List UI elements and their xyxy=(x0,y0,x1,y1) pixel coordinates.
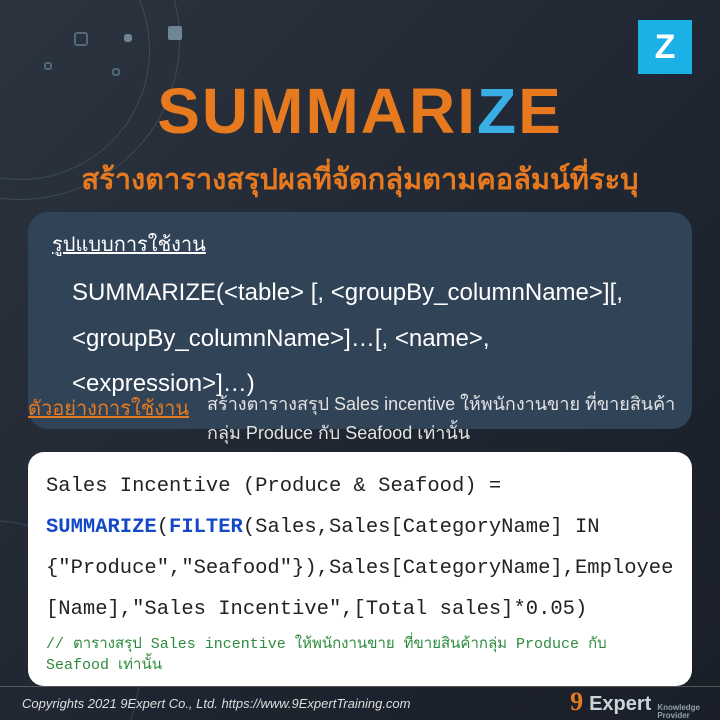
comment-text: ให้พนักงานขาย ที่ขายสินค้ากลุ่ม xyxy=(286,636,516,653)
code-keyword: FILTER xyxy=(169,516,243,539)
logo-nine: 9 xyxy=(570,687,583,717)
code-text: Sales Incentive (Produce & Seafood) = xyxy=(46,475,501,498)
code-line-1: Sales Incentive (Produce & Seafood) = xyxy=(46,466,674,507)
logo-tag-2: Provider xyxy=(657,712,700,720)
comment-keyword: Seafood xyxy=(46,657,109,674)
code-line-2: SUMMARIZE(FILTER(Sales,Sales[CategoryNam… xyxy=(46,507,674,548)
example-label: ตัวอย่างการใช้งาน xyxy=(28,390,189,424)
syntax-label: รูปแบบการใช้งาน xyxy=(52,228,206,260)
copyright-text: Copyrights 2021 9Expert Co., Ltd. https:… xyxy=(22,696,411,711)
syntax-line-1: SUMMARIZE(<table> [, <groupBy_columnName… xyxy=(72,270,668,316)
page-subtitle: สร้างตารางสรุปผลที่จัดกลุ่มตามคอลัมน์ที่… xyxy=(0,156,720,202)
comment-prefix: // xyxy=(46,636,73,653)
title-part-2: Z xyxy=(477,75,518,147)
comment-text: เท่านั้น xyxy=(109,657,162,674)
comment-keyword: Produce xyxy=(516,636,579,653)
code-text: ( xyxy=(157,516,169,539)
comment-text: กับ xyxy=(579,636,607,653)
title-part-3: E xyxy=(518,75,563,147)
brand-logo: 9 Expert Knowledge Provider xyxy=(570,687,700,720)
series-badge: Z xyxy=(638,20,692,74)
code-comment: // ตารางสรุป Sales incentive ให้พนักงานข… xyxy=(46,630,674,676)
example-row: ตัวอย่างการใช้งาน สร้างตารางสรุป Sales i… xyxy=(28,390,692,448)
code-box: Sales Incentive (Produce & Seafood) = SU… xyxy=(28,452,692,686)
code-line-4: [Name],"Sales Incentive",[Total sales]*0… xyxy=(46,589,674,630)
footer: Copyrights 2021 9Expert Co., Ltd. https:… xyxy=(0,686,720,720)
logo-expert: Expert xyxy=(589,693,651,716)
comment-text: ตารางสรุป xyxy=(73,636,151,653)
code-keyword: SUMMARIZE xyxy=(46,516,157,539)
code-line-3: {"Produce","Seafood"}),Sales[CategoryNam… xyxy=(46,548,674,589)
example-description: สร้างตารางสรุป Sales incentive ให้พนักงา… xyxy=(207,390,692,448)
syntax-code: SUMMARIZE(<table> [, <groupBy_columnName… xyxy=(52,270,668,407)
page-title: SUMMARIZE xyxy=(0,74,720,148)
code-text: (Sales,Sales[CategoryName] IN xyxy=(243,516,600,539)
logo-tagline: Knowledge Provider xyxy=(657,704,700,720)
page: Z SUMMARIZE สร้างตารางสรุปผลที่จัดกลุ่มต… xyxy=(0,0,720,720)
series-badge-letter: Z xyxy=(655,28,676,67)
comment-keyword: Sales incentive xyxy=(151,636,286,653)
title-part-1: SUMMARI xyxy=(157,75,477,147)
